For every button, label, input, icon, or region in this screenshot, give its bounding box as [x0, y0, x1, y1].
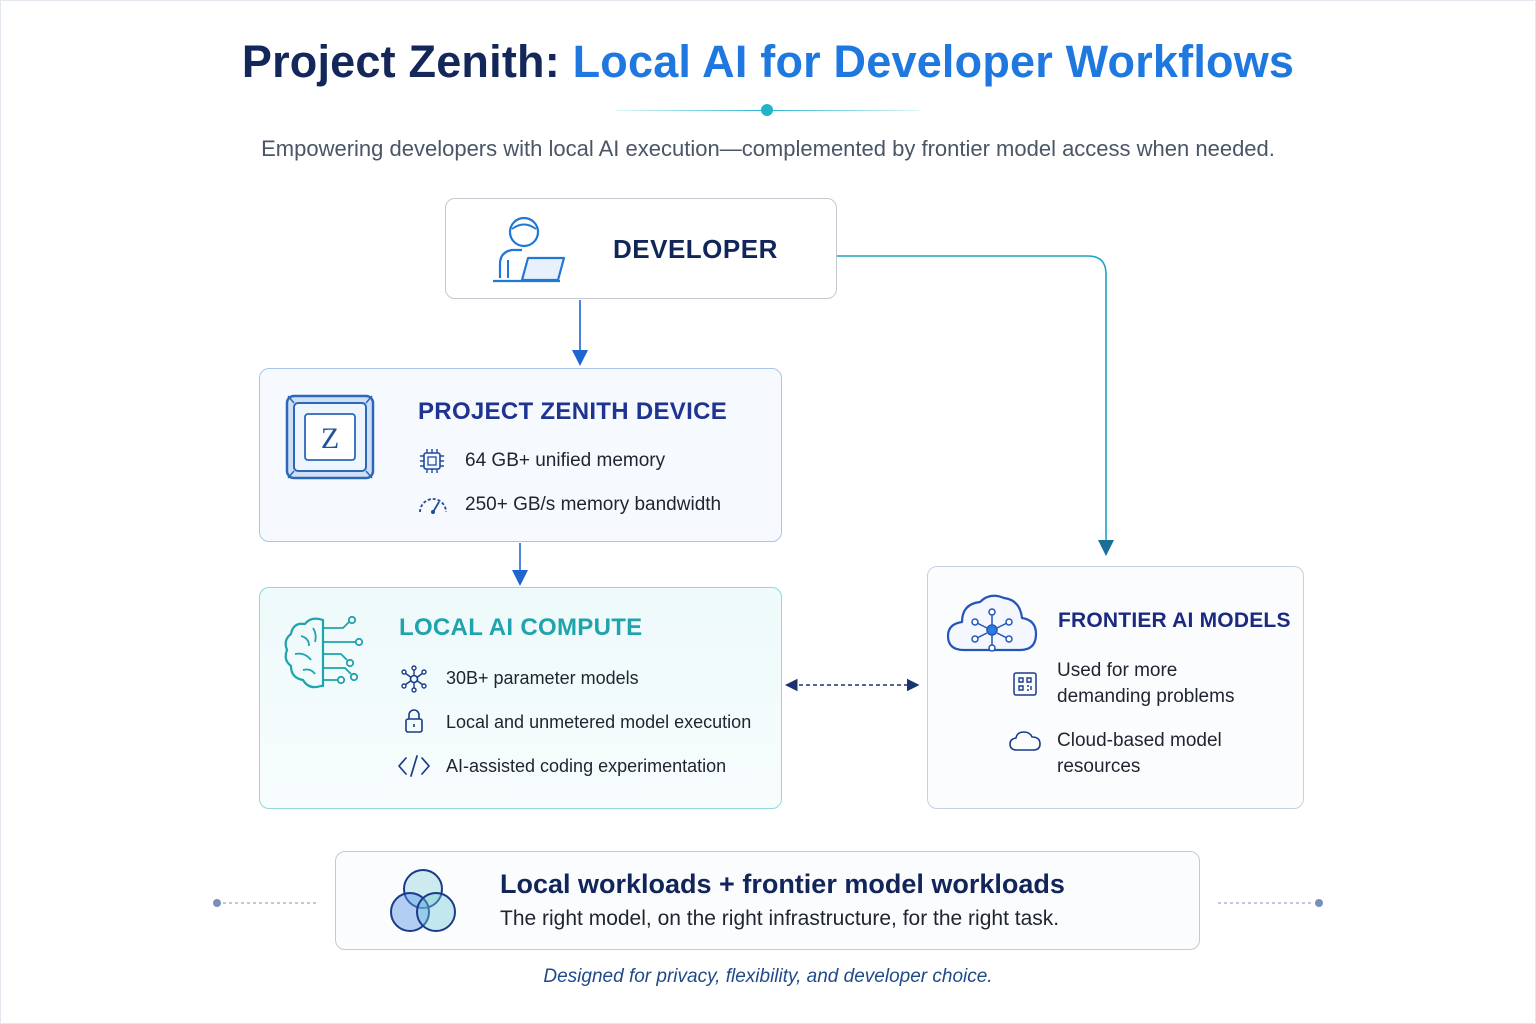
local-item-params: 30B+ parameter models [446, 668, 639, 688]
developer-label: DEVELOPER [613, 234, 778, 264]
lock-icon [405, 709, 423, 733]
gauge-icon [419, 498, 447, 514]
scan-icon [1013, 672, 1037, 696]
frontier-item-cloud-line1: Cloud-based model [1057, 730, 1222, 751]
summary-subtitle: The right model, on the right infrastruc… [500, 907, 1060, 930]
chip-icon [420, 449, 444, 473]
summary-box [335, 851, 1200, 950]
cloud-network-icon [946, 594, 1038, 652]
local-item-coding: AI-assisted coding experimentation [446, 756, 727, 776]
frontier-item-demanding-line2: demanding problems [1057, 686, 1235, 707]
brain-circuit-icon [284, 615, 364, 689]
zenith-chip-icon: Z [285, 394, 375, 480]
frontier-title: FRONTIER AI MODELS [1058, 609, 1291, 632]
local-item-unmetered: Local and unmetered model execution [446, 712, 752, 732]
arrow-developer-to-frontier [837, 255, 1114, 556]
cloud-icon [1009, 731, 1041, 751]
device-title: PROJECT ZENITH DEVICE [418, 398, 728, 425]
device-spec-memory: 64 GB+ unified memory [465, 450, 666, 471]
code-icon [398, 755, 430, 777]
local-compute-title: LOCAL AI COMPUTE [399, 614, 643, 641]
frontier-item-cloud-line2: resources [1057, 756, 1141, 777]
frontier-item-demanding-line1: Used for more [1057, 660, 1178, 681]
summary-right-dot [1315, 899, 1323, 907]
frontier-item-demanding: Used for more demanding problems [1057, 658, 1234, 710]
device-spec-bandwidth: 250+ GB/s memory bandwidth [465, 494, 722, 515]
footer-tagline: Designed for privacy, flexibility, and d… [543, 966, 993, 987]
chip-letter: Z [321, 422, 339, 455]
network-icon [401, 665, 427, 693]
summary-left-dot [213, 899, 221, 907]
venn-diagram-icon [390, 869, 456, 932]
developer-laptop-icon [493, 216, 566, 283]
frontier-item-cloud: Cloud-based model resources [1057, 728, 1222, 780]
summary-title: Local workloads + frontier model workloa… [500, 869, 1065, 899]
